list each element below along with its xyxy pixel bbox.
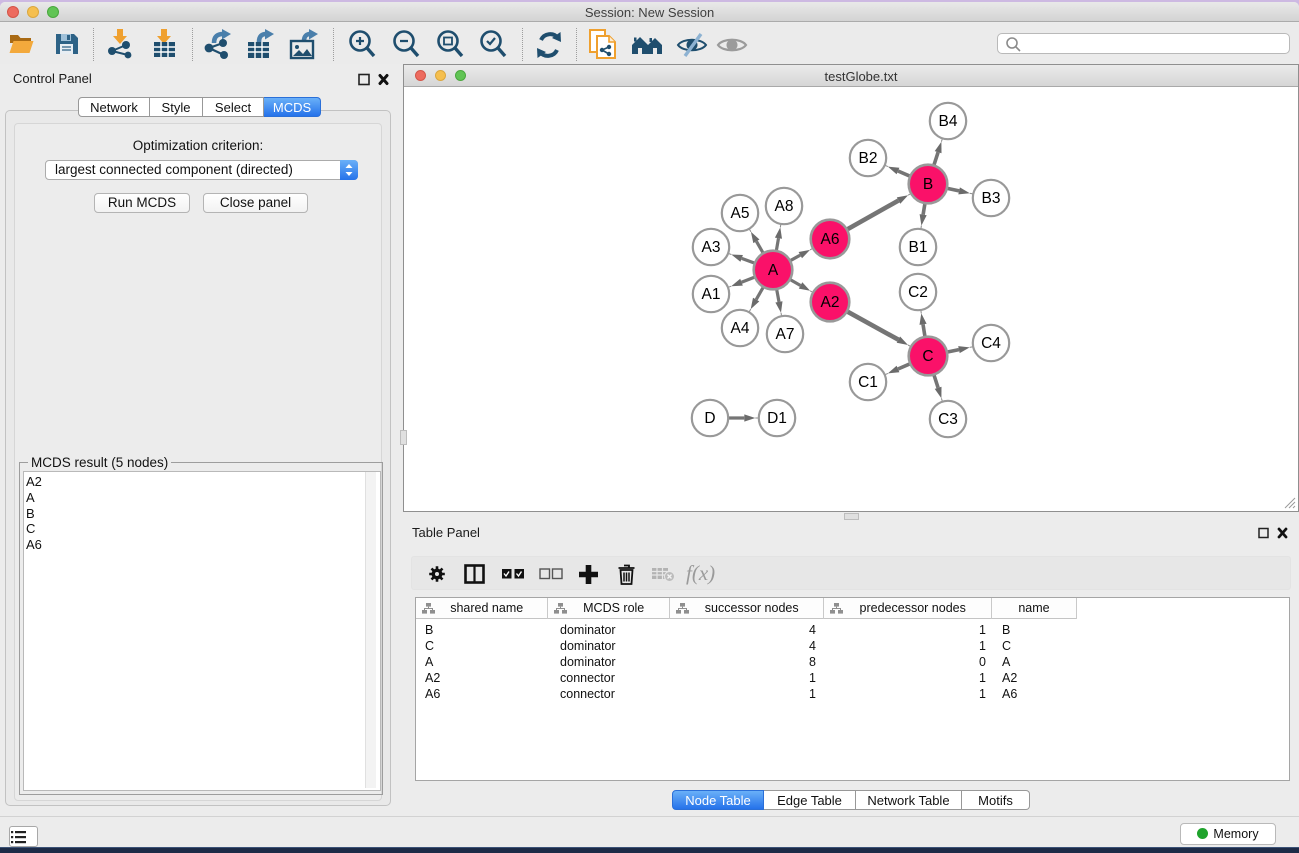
- svg-text:A: A: [768, 262, 779, 279]
- svg-text:C1: C1: [858, 374, 878, 391]
- svg-text:A2: A2: [821, 294, 840, 311]
- svg-text:A6: A6: [821, 231, 840, 248]
- svg-text:C3: C3: [938, 411, 958, 428]
- svg-text:A3: A3: [702, 239, 721, 256]
- svg-text:B4: B4: [939, 113, 958, 130]
- svg-text:B1: B1: [909, 239, 928, 256]
- svg-text:D1: D1: [767, 410, 787, 427]
- svg-text:B3: B3: [982, 190, 1001, 207]
- svg-text:C2: C2: [908, 284, 928, 301]
- svg-text:A1: A1: [702, 286, 721, 303]
- svg-text:D: D: [704, 410, 715, 427]
- svg-text:A4: A4: [731, 320, 750, 337]
- svg-text:A7: A7: [776, 326, 795, 343]
- svg-text:B: B: [923, 176, 933, 193]
- svg-text:A5: A5: [731, 205, 750, 222]
- svg-text:B2: B2: [859, 150, 878, 167]
- svg-text:C4: C4: [981, 335, 1001, 352]
- svg-text:C: C: [922, 348, 933, 365]
- svg-text:A8: A8: [775, 198, 794, 215]
